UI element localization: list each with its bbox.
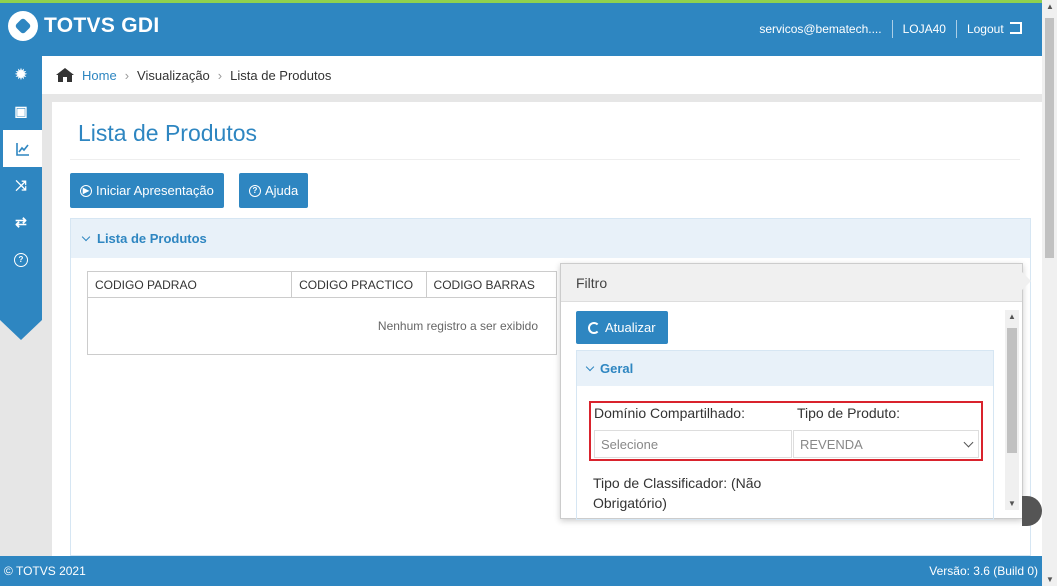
products-table: CODIGO PADRAO CODIGO PRACTICO CODIGO BAR… [87,271,557,355]
table-empty-message: Nenhum registro a ser exibido [377,319,538,333]
product-type-select[interactable]: REVENDA [793,430,979,458]
logout-link[interactable]: Logout [967,22,1022,36]
version-text: Versão: 3.6 (Build 0) [929,564,1038,578]
refresh-label: Atualizar [605,320,656,335]
refresh-button[interactable]: Atualizar [576,311,668,344]
highlighted-fields: Domínio Compartilhado: Tipo de Produto: … [589,401,983,461]
scroll-down-icon[interactable]: ▼ [1046,575,1054,584]
breadcrumb-visualization[interactable]: Visualização [137,68,210,83]
refresh-icon [588,321,600,334]
top-nav: servicos@bematech.... LOJA40 Logout [759,20,1022,38]
retweet-icon: ⇄ [15,214,27,230]
sidebar-item-registry[interactable]: ▣ [0,93,42,130]
product-type-value: REVENDA [800,436,863,452]
help-button[interactable]: ? Ajuda [239,173,309,208]
title-divider [70,159,1020,160]
scroll-up-icon[interactable]: ▲ [1046,2,1054,11]
breadcrumb-separator: › [217,67,223,83]
sidebar-item-integration[interactable]: ⤨ [0,167,42,204]
breadcrumb: Home › Visualização › Lista de Produtos [42,56,1042,94]
footer: © TOTVS 2021 Versão: 3.6 (Build 0) [0,556,1042,586]
scroll-up-icon[interactable]: ▲ [1008,312,1016,321]
sidebar-item-settings[interactable]: ✹ [0,56,42,93]
chevron-down-icon [81,232,91,242]
help-label: Ajuda [265,183,299,198]
play-icon: ▶ [80,184,92,197]
sign-out-icon [1010,22,1022,34]
help-icon: ? [249,184,261,197]
logout-label: Logout [966,22,1004,36]
shuffle-icon: ⤨ [15,177,27,193]
top-bar: TOTVS GDI servicos@bematech.... LOJA40 L… [0,0,1042,56]
general-section: Geral Domínio Compartilhado: Tipo de Pro… [576,350,994,520]
page-title: Lista de Produtos [78,120,258,146]
shared-domain-value: Selecione [601,436,659,452]
user-email[interactable]: servicos@bematech.... [759,22,881,36]
chart-icon [15,142,29,156]
column-header[interactable]: CODIGO PADRAO [88,272,293,297]
help-glyph: ? [18,254,24,264]
chevron-down-icon [963,437,974,448]
page-scrollbar[interactable]: ▲ ▼ [1042,0,1057,586]
general-section-header[interactable]: Geral [577,351,993,386]
sidebar-item-sync[interactable]: ⇄ [0,204,42,241]
book-icon: ▣ [14,103,28,119]
products-panel-title: Lista de Produtos [97,231,207,246]
start-presentation-button[interactable]: ▶ Iniciar Apresentação [70,173,224,208]
nav-divider [891,20,893,38]
logo-text: TOTVS GDI [44,14,160,37]
column-header[interactable]: CODIGO BARRAS [427,272,556,297]
store-selector[interactable]: LOJA40 [903,22,946,36]
shared-domain-label: Domínio Compartilhado: [594,405,745,421]
scroll-thumb[interactable] [1045,18,1054,258]
product-type-label: Tipo de Produto: [797,405,900,421]
filter-title: Filtro [561,264,1022,302]
table-header: CODIGO PADRAO CODIGO PRACTICO CODIGO BAR… [88,272,556,298]
scroll-down-icon[interactable]: ▼ [1008,499,1016,508]
breadcrumb-separator: › [124,67,130,83]
logo-icon [8,11,38,41]
start-presentation-label: Iniciar Apresentação [96,183,214,198]
app-logo[interactable]: TOTVS GDI [8,11,160,41]
filter-popover: Filtro Atualizar Geral Domínio Compartil… [560,263,1031,520]
sidebar-item-help[interactable]: ? [0,241,42,278]
home-icon[interactable] [56,68,74,82]
column-header[interactable]: CODIGO PRACTICO [292,272,427,297]
general-section-title: Geral [600,361,634,376]
filter-scrollbar[interactable]: ▲ ▼ [1005,310,1019,510]
gear-icon: ✹ [15,66,27,82]
classifier-type-label: Tipo de Classificador: (Não Obrigatório) [593,475,762,511]
scroll-thumb[interactable] [1007,328,1017,453]
shared-domain-select[interactable]: Selecione [594,430,792,458]
chevron-down-icon [585,362,595,372]
sidebar-item-visualization[interactable] [0,130,42,167]
nav-divider [955,20,957,38]
help-icon: ? [14,252,28,267]
copyright-text: © TOTVS 2021 [4,564,86,578]
breadcrumb-home[interactable]: Home [82,68,117,83]
products-panel-header[interactable]: Lista de Produtos [71,219,1030,258]
breadcrumb-current: Lista de Produtos [230,67,332,83]
sidebar: ✹ ▣ ⤨ ⇄ ? [0,56,42,340]
